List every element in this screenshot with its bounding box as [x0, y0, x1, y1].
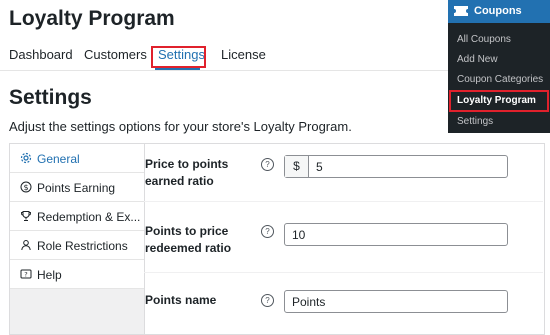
- sidebar-item-label: General: [37, 152, 80, 166]
- gear-icon: [20, 152, 32, 164]
- sidebar-item-points-earning[interactable]: $ Points Earning: [10, 173, 144, 202]
- menu-highlight-box: [449, 90, 549, 112]
- user-icon: [21, 240, 31, 251]
- label-line: Price to points: [145, 157, 229, 171]
- coupons-menu-header[interactable]: Coupons: [448, 0, 550, 23]
- tab-dashboard[interactable]: Dashboard: [9, 47, 73, 62]
- label-line: Points to price: [145, 224, 229, 238]
- sidebar-item-label: Help: [37, 268, 62, 282]
- page-title: Loyalty Program: [9, 7, 175, 30]
- row-divider: [144, 272, 543, 273]
- menu-item-add-new[interactable]: Add New: [457, 54, 498, 65]
- sidebar-item-help[interactable]: ? Help: [10, 260, 144, 289]
- menu-header-label: Coupons: [474, 5, 522, 17]
- points-to-price-input[interactable]: 10: [284, 223, 508, 246]
- admin-submenu: Coupons All Coupons Add New Coupon Categ…: [448, 0, 550, 133]
- sidebar-item-label: Points Earning: [37, 181, 116, 195]
- section-heading: Settings: [9, 86, 92, 109]
- menu-item-settings[interactable]: Settings: [457, 116, 493, 127]
- help-tooltip-icon[interactable]: ?: [261, 294, 274, 307]
- tab-highlight-box: [151, 46, 206, 68]
- sidebar-item-role-restrictions[interactable]: Role Restrictions: [10, 231, 144, 260]
- help-icon: ?: [20, 269, 32, 279]
- coupon-icon: [454, 6, 468, 16]
- input-value: 10: [292, 228, 306, 242]
- section-description: Adjust the settings options for your sto…: [9, 119, 352, 134]
- svg-text:?: ?: [24, 271, 27, 279]
- price-to-points-label: Price to points earned ratio: [145, 156, 228, 190]
- svg-text:$: $: [23, 183, 28, 192]
- trophy-icon: [21, 211, 31, 221]
- input-value: Points: [292, 295, 326, 309]
- sidebar-item-label: Role Restrictions: [37, 239, 128, 253]
- sidebar-item-label: Redemption & Ex...: [37, 210, 141, 224]
- currency-prefix: $: [285, 156, 309, 177]
- settings-sidebar: General $ Points Earning Redemption & Ex…: [10, 144, 145, 334]
- points-to-price-label: Points to price redeemed ratio: [145, 223, 231, 257]
- tab-customers[interactable]: Customers: [84, 47, 147, 62]
- price-to-points-input[interactable]: $ 5: [284, 155, 508, 178]
- row-divider: [144, 201, 543, 202]
- points-name-label: Points name: [145, 293, 217, 307]
- sidebar-item-general[interactable]: General: [10, 144, 144, 173]
- label-line: earned ratio: [145, 174, 214, 188]
- tab-license[interactable]: License: [221, 47, 266, 62]
- dollar-circle-icon: $: [20, 181, 32, 193]
- sidebar-item-redemption[interactable]: Redemption & Ex...: [10, 202, 144, 231]
- menu-item-coupon-categories[interactable]: Coupon Categories: [457, 74, 543, 85]
- help-tooltip-icon[interactable]: ?: [261, 225, 274, 238]
- menu-item-all-coupons[interactable]: All Coupons: [457, 34, 511, 45]
- input-value: 5: [316, 160, 323, 174]
- help-tooltip-icon[interactable]: ?: [261, 158, 274, 171]
- label-line: redeemed ratio: [145, 241, 232, 255]
- points-name-input[interactable]: Points: [284, 290, 508, 313]
